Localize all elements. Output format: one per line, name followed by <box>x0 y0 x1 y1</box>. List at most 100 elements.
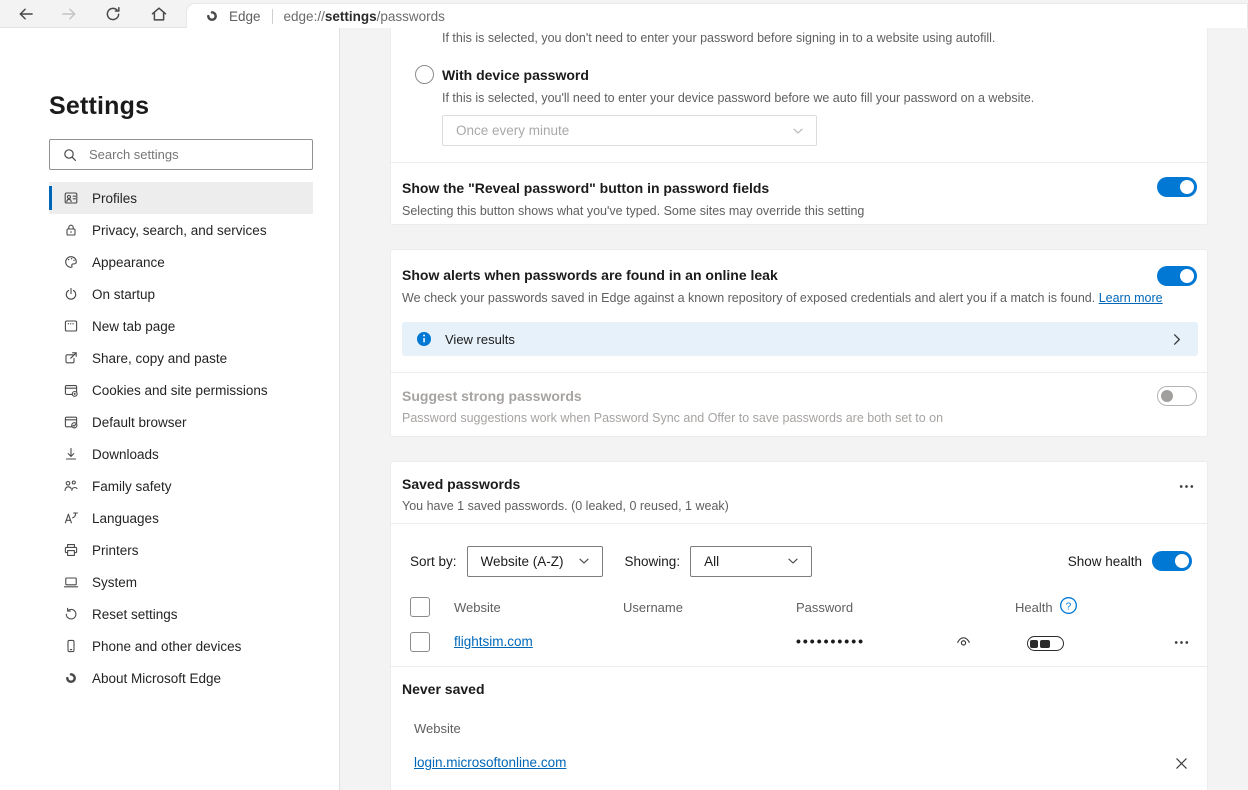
frequency-dropdown: Once every minute <box>442 115 817 146</box>
leak-alerts-description: We check your passwords saved in Edge ag… <box>402 291 1163 305</box>
sidebar-item-cookies-and-site-permissions[interactable]: Cookies and site permissions <box>49 374 313 406</box>
reveal-eye-icon[interactable] <box>955 633 972 650</box>
strong-passwords-description: Password suggestions work when Password … <box>402 411 943 425</box>
health-help-icon[interactable]: ? <box>1059 596 1078 615</box>
health-indicator <box>1027 636 1064 651</box>
row-checkbox[interactable] <box>410 632 430 652</box>
info-icon <box>416 331 432 347</box>
default-browser-icon <box>63 414 79 430</box>
sidebar-item-label: About Microsoft Edge <box>92 671 221 686</box>
never-saved-row: login.microsoftonline.com <box>410 747 1192 783</box>
svg-text:?: ? <box>1066 601 1072 612</box>
saved-passwords-summary: You have 1 saved passwords. (0 leaked, 0… <box>402 499 729 513</box>
sidebar-item-printers[interactable]: Printers <box>49 534 313 566</box>
reveal-password-toggle[interactable] <box>1157 177 1197 197</box>
languages-icon <box>63 510 79 526</box>
showing-dropdown[interactable]: All <box>690 546 812 577</box>
sidebar-item-family-safety[interactable]: Family safety <box>49 470 313 502</box>
chevron-down-icon <box>576 553 592 569</box>
divider <box>391 666 1207 667</box>
strong-passwords-title: Suggest strong passwords <box>402 388 582 404</box>
masked-password: •••••••••• <box>796 633 865 649</box>
cookies-icon <box>63 382 79 398</box>
sidebar-item-reset-settings[interactable]: Reset settings <box>49 598 313 630</box>
settings-content: If this is selected, you don't need to e… <box>340 28 1248 790</box>
strong-passwords-toggle <box>1157 386 1197 406</box>
new-tab-icon <box>63 318 79 334</box>
page-title: Settings <box>49 92 149 121</box>
chevron-right-icon <box>1169 332 1184 347</box>
autofill-settings-card: If this is selected, you don't need to e… <box>390 22 1208 225</box>
show-health-toggle[interactable] <box>1152 551 1192 571</box>
view-results-bar[interactable]: View results <box>402 322 1198 356</box>
sidebar-item-label: Share, copy and paste <box>92 351 227 366</box>
sidebar-item-label: Profiles <box>92 191 137 206</box>
sidebar-nav: Profiles Privacy, search, and services App… <box>49 182 313 694</box>
sidebar-item-profiles[interactable]: Profiles <box>49 182 313 214</box>
device-password-label: With device password <box>442 67 589 83</box>
leak-alerts-card: Show alerts when passwords are found in … <box>390 249 1208 437</box>
sidebar-item-label: Family safety <box>92 479 172 494</box>
sidebar-item-label: Reset settings <box>92 607 178 622</box>
device-password-radio[interactable] <box>415 65 434 84</box>
edge-logo-icon <box>204 8 220 24</box>
profiles-icon <box>63 190 79 206</box>
column-username: Username <box>623 600 683 615</box>
sidebar-item-system[interactable]: System <box>49 566 313 598</box>
column-website: Website <box>454 600 501 615</box>
privacy-icon <box>63 222 79 238</box>
appearance-icon <box>63 254 79 270</box>
sidebar-item-on-startup[interactable]: On startup <box>49 278 313 310</box>
learn-more-link[interactable]: Learn more <box>1099 291 1163 305</box>
row-more-icon[interactable] <box>1173 634 1190 651</box>
never-saved-column-website: Website <box>414 721 461 736</box>
sidebar-item-share-copy-and-paste[interactable]: Share, copy and paste <box>49 342 313 374</box>
divider <box>391 523 1207 524</box>
system-icon <box>63 574 79 590</box>
address-url[interactable]: edge://settings/passwords <box>284 9 445 24</box>
never-saved-site-link[interactable]: login.microsoftonline.com <box>414 755 566 770</box>
sidebar-item-downloads[interactable]: Downloads <box>49 438 313 470</box>
password-row: flightsim.com •••••••••• <box>410 624 1192 661</box>
website-link[interactable]: flightsim.com <box>454 634 533 649</box>
column-password: Password <box>796 600 853 615</box>
sidebar-item-label: New tab page <box>92 319 175 334</box>
sidebar-item-label: Languages <box>92 511 159 526</box>
sidebar-item-phone-and-other-devices[interactable]: Phone and other devices <box>49 630 313 662</box>
sidebar-item-new-tab-page[interactable]: New tab page <box>49 310 313 342</box>
device-password-description: If this is selected, you'll need to ente… <box>442 91 1034 105</box>
autofill-note: If this is selected, you don't need to e… <box>442 31 995 45</box>
settings-search-box[interactable] <box>49 139 313 170</box>
sidebar-item-label: Downloads <box>92 447 159 462</box>
settings-sidebar: Settings Profiles Privacy, search, and se… <box>0 28 340 790</box>
printers-icon <box>63 542 79 558</box>
sidebar-item-label: Default browser <box>92 415 187 430</box>
list-controls: Sort by: Website (A-Z) Showing: All Show… <box>410 545 1192 577</box>
sidebar-item-label: Cookies and site permissions <box>92 383 268 398</box>
passwords-table-header: Website Username Password Health ? <box>410 593 1192 623</box>
select-all-checkbox[interactable] <box>410 597 430 617</box>
search-input[interactable] <box>89 147 289 162</box>
reset-icon <box>63 606 79 622</box>
showing-label: Showing: <box>625 554 681 569</box>
back-icon[interactable] <box>17 5 35 23</box>
sidebar-item-appearance[interactable]: Appearance <box>49 246 313 278</box>
refresh-icon[interactable] <box>104 5 122 23</box>
close-icon[interactable] <box>1173 755 1190 772</box>
never-saved-title: Never saved <box>402 681 485 697</box>
sidebar-item-label: On startup <box>92 287 155 302</box>
sidebar-item-languages[interactable]: Languages <box>49 502 313 534</box>
share-icon <box>63 350 79 366</box>
address-separator <box>272 9 273 24</box>
address-bar[interactable]: Edge edge://settings/passwords <box>186 3 1248 28</box>
chevron-down-icon <box>785 553 801 569</box>
reveal-password-description: Selecting this button shows what you've … <box>402 204 864 218</box>
leak-alerts-toggle[interactable] <box>1157 266 1197 286</box>
more-options-icon[interactable] <box>1178 478 1195 495</box>
sidebar-item-privacy-search-and-services[interactable]: Privacy, search, and services <box>49 214 313 246</box>
sidebar-item-default-browser[interactable]: Default browser <box>49 406 313 438</box>
sort-by-dropdown[interactable]: Website (A-Z) <box>467 546 603 577</box>
home-icon[interactable] <box>150 5 168 23</box>
sidebar-item-about-microsoft-edge[interactable]: About Microsoft Edge <box>49 662 313 694</box>
sidebar-item-label: Appearance <box>92 255 165 270</box>
